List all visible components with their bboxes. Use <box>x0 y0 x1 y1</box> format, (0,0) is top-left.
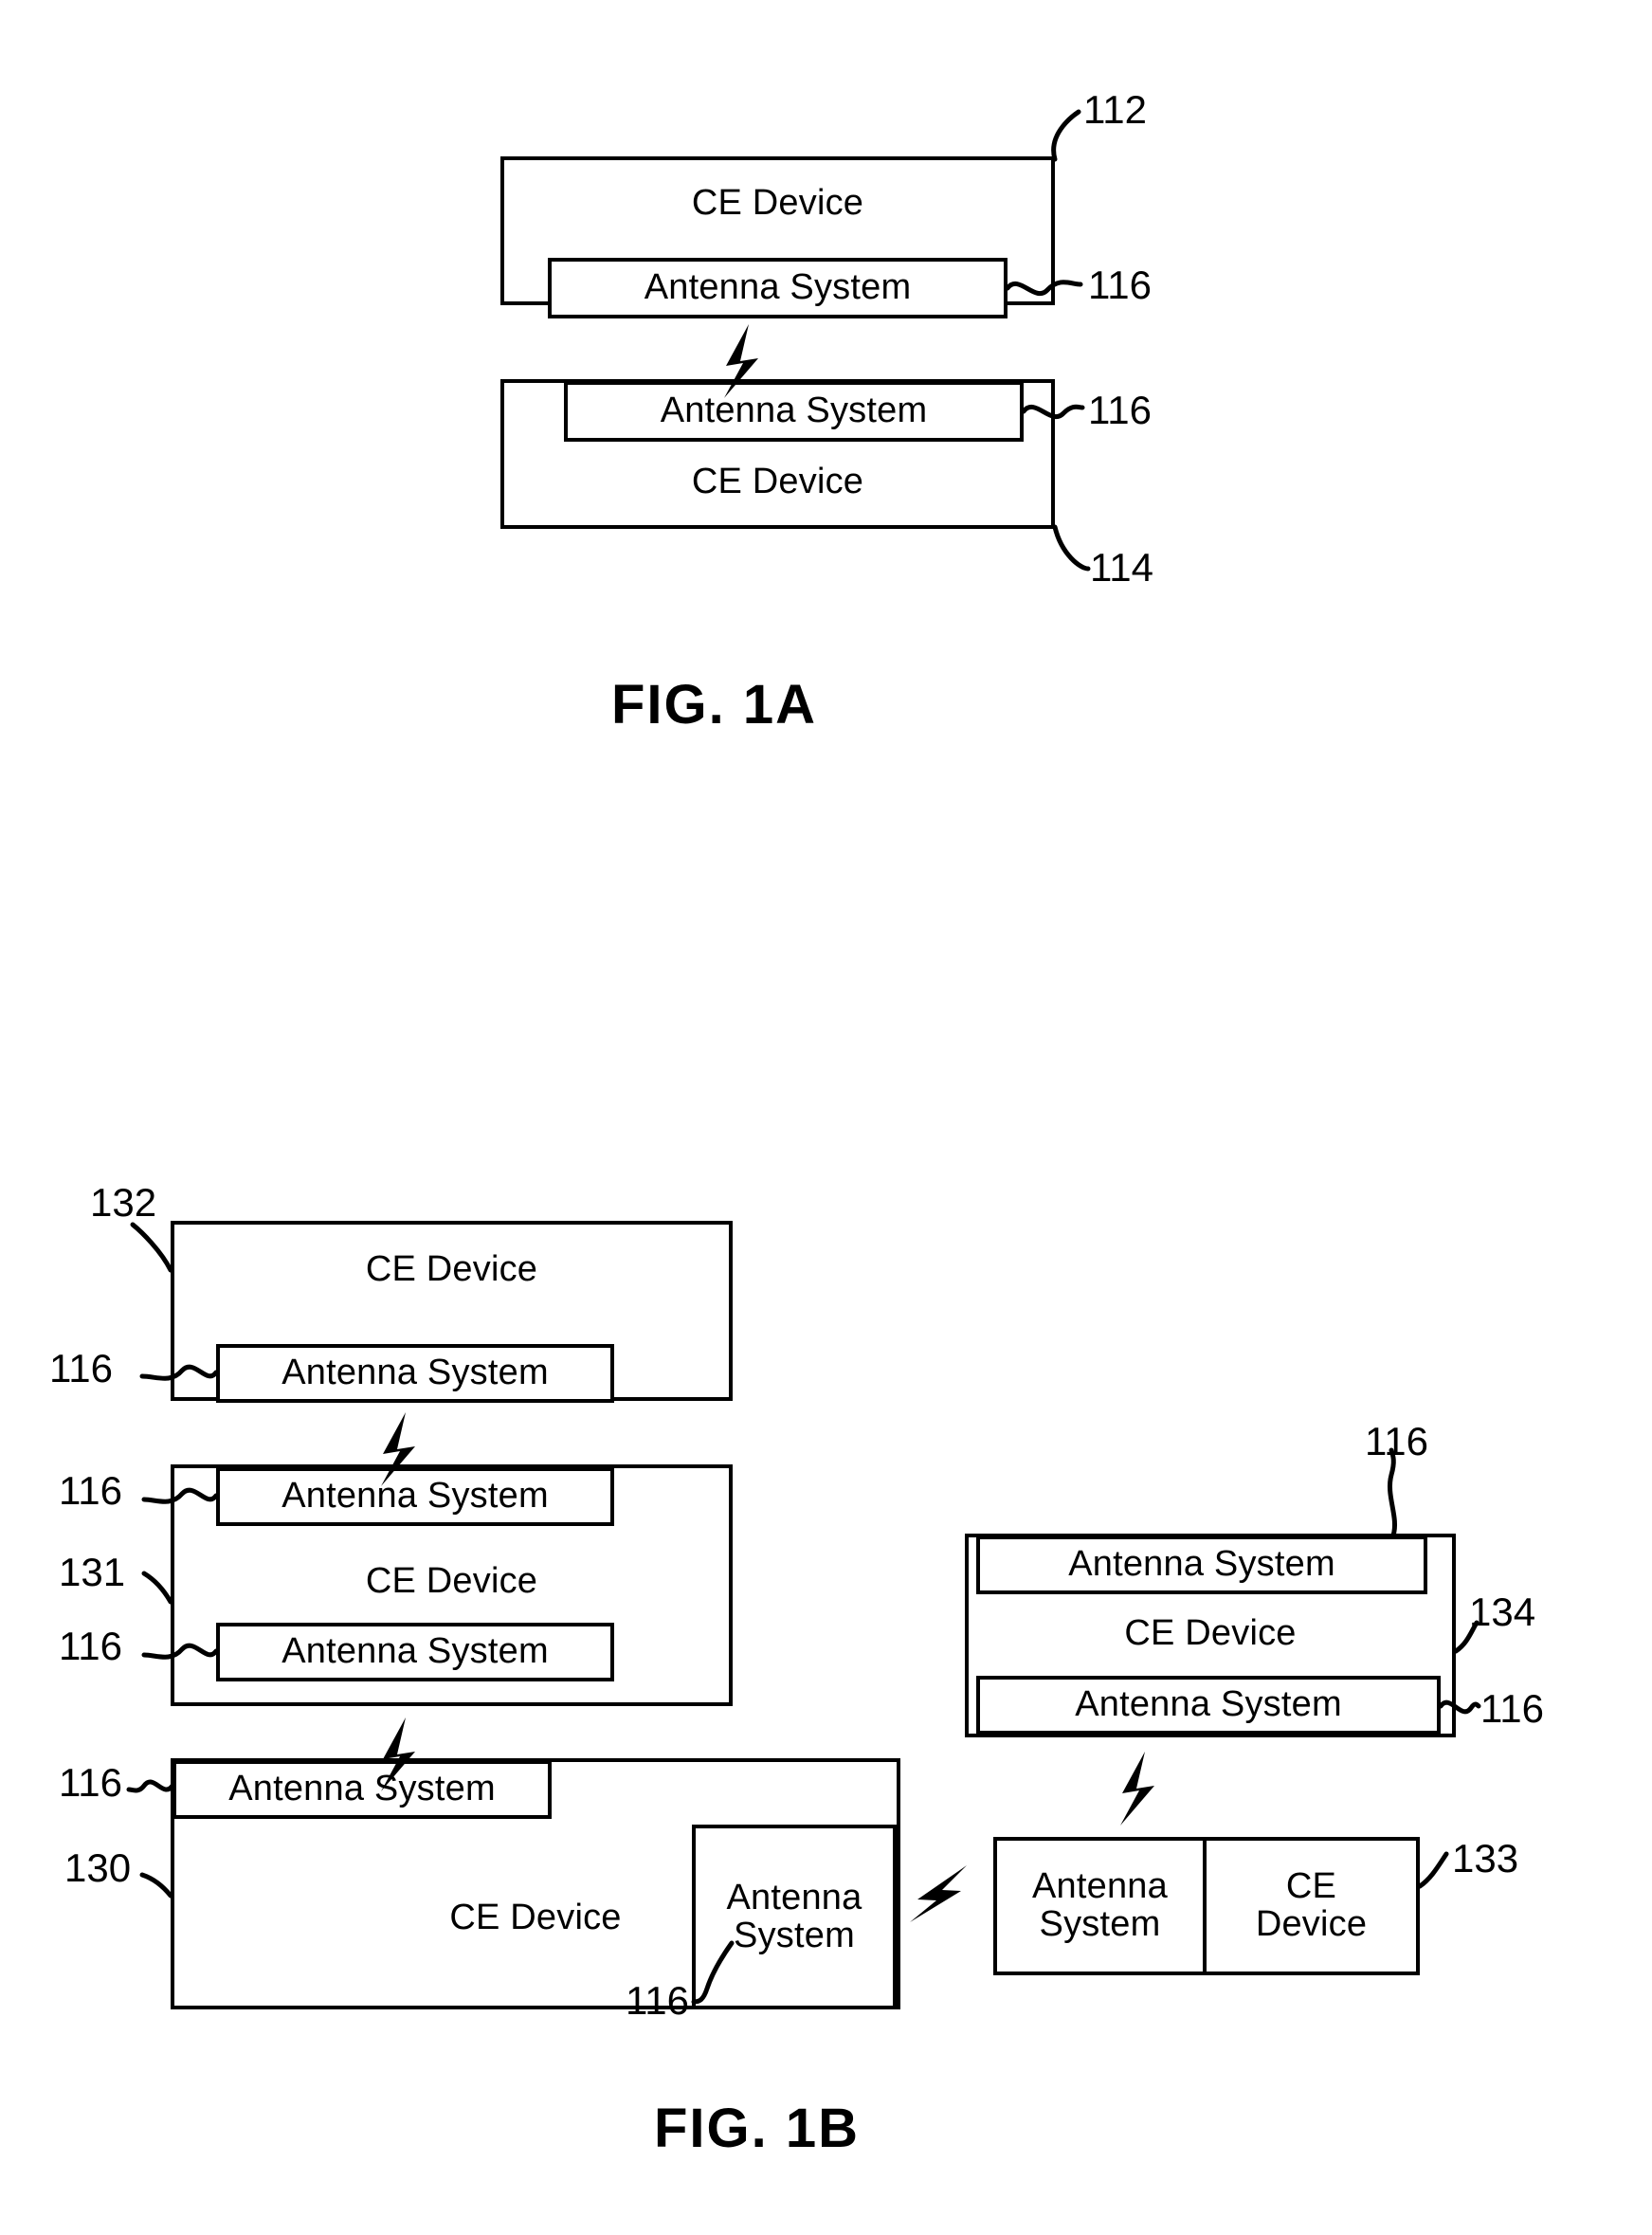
leader-114 <box>1052 524 1091 572</box>
ref-114: 114 <box>1090 545 1153 590</box>
patent-drawing-sheet: CE Device Antenna System 112 116 CE Devi… <box>0 0 1652 2235</box>
fig1b-ce-device-131-label: CE Device <box>365 1561 538 1601</box>
fig1a-antenna-system-112-label: Antenna System <box>644 267 912 308</box>
fig1b-antenna-system-134-top: Antenna System <box>976 1535 1427 1594</box>
fig1b-ce-device-133-line1: CE <box>1285 1866 1337 1907</box>
fig1b-antenna-system-130-right-line1: Antenna <box>726 1877 862 1917</box>
fig1b-antenna-system-131-bottom: Antenna System <box>216 1623 614 1681</box>
fig1a-antenna-system-112: Antenna System <box>548 258 1008 318</box>
ref-130: 130 <box>64 1845 132 1890</box>
ref-116-dev130-top: 116 <box>59 1760 122 1805</box>
leader-132 <box>130 1222 173 1273</box>
ref-116-fig1a-bottom: 116 <box>1088 388 1152 432</box>
ref-116-dev134-top: 116 <box>1365 1419 1428 1463</box>
fig1b-antenna-system-132: Antenna System <box>216 1344 614 1403</box>
ref-116-fig1a-top: 116 <box>1088 263 1152 307</box>
leader-133 <box>1417 1851 1449 1889</box>
ref-132: 132 <box>90 1180 157 1225</box>
ref-112: 112 <box>1083 87 1147 132</box>
wireless-link-icon-130-133 <box>910 1865 967 1922</box>
figure-caption-1a: FIG. 1A <box>611 674 818 736</box>
ref-133: 133 <box>1452 1836 1519 1881</box>
fig1b-antenna-system-131-top-label: Antenna System <box>281 1476 549 1517</box>
leader-130 <box>139 1872 173 1899</box>
fig1a-ce-device-112-label: CE Device <box>691 183 864 223</box>
fig1b-antenna-system-134-bottom-label: Antenna System <box>1075 1684 1342 1725</box>
fig1b-ce-device-132-label: CE Device <box>365 1249 538 1289</box>
fig1b-antenna-system-134-top-label: Antenna System <box>1068 1544 1335 1585</box>
fig1b-ce-device-133-line2: Device <box>1255 1904 1368 1944</box>
fig1b-ce-device-133: CE Device <box>1207 1837 1420 1975</box>
fig1b-antenna-system-131-bottom-label: Antenna System <box>281 1631 549 1672</box>
fig1b-antenna-system-133-line2: System <box>1039 1904 1161 1944</box>
fig1b-antenna-system-130-right-line2: System <box>734 1915 855 1955</box>
leader-131 <box>141 1571 173 1605</box>
ref-116-dev132: 116 <box>49 1346 113 1390</box>
ref-116-dev130-right: 116 <box>626 1978 689 2023</box>
leader-116-dev130-top <box>126 1779 175 1793</box>
ref-116-dev131-bottom: 116 <box>59 1624 122 1668</box>
ref-131: 131 <box>59 1550 126 1594</box>
fig1b-antenna-system-130-top-label: Antenna System <box>228 1769 496 1809</box>
ref-134: 134 <box>1469 1590 1536 1634</box>
ref-116-dev134-bottom: 116 <box>1480 1686 1544 1731</box>
fig1b-antenna-system-131-top: Antenna System <box>216 1467 614 1526</box>
fig1b-antenna-system-130-top: Antenna System <box>172 1760 552 1819</box>
figure-caption-1b: FIG. 1B <box>654 2098 861 2159</box>
fig1b-antenna-system-133-line1: Antenna <box>1032 1866 1168 1907</box>
leader-112 <box>1051 109 1081 162</box>
fig1b-ce-device-134-label: CE Device <box>1124 1613 1297 1653</box>
fig1b-antenna-system-132-label: Antenna System <box>281 1353 549 1393</box>
fig1a-antenna-system-114-label: Antenna System <box>660 391 928 431</box>
fig1b-antenna-system-130-right: Antenna System <box>692 1825 897 2009</box>
wireless-link-icon-134-133 <box>1120 1752 1154 1826</box>
fig1a-antenna-system-114: Antenna System <box>564 381 1024 442</box>
ref-116-dev131-top: 116 <box>59 1468 122 1513</box>
fig1b-antenna-system-134-bottom: Antenna System <box>976 1676 1441 1735</box>
fig1b-antenna-system-133: Antenna System <box>993 1837 1207 1975</box>
fig1a-ce-device-114-label: CE Device <box>691 462 864 501</box>
